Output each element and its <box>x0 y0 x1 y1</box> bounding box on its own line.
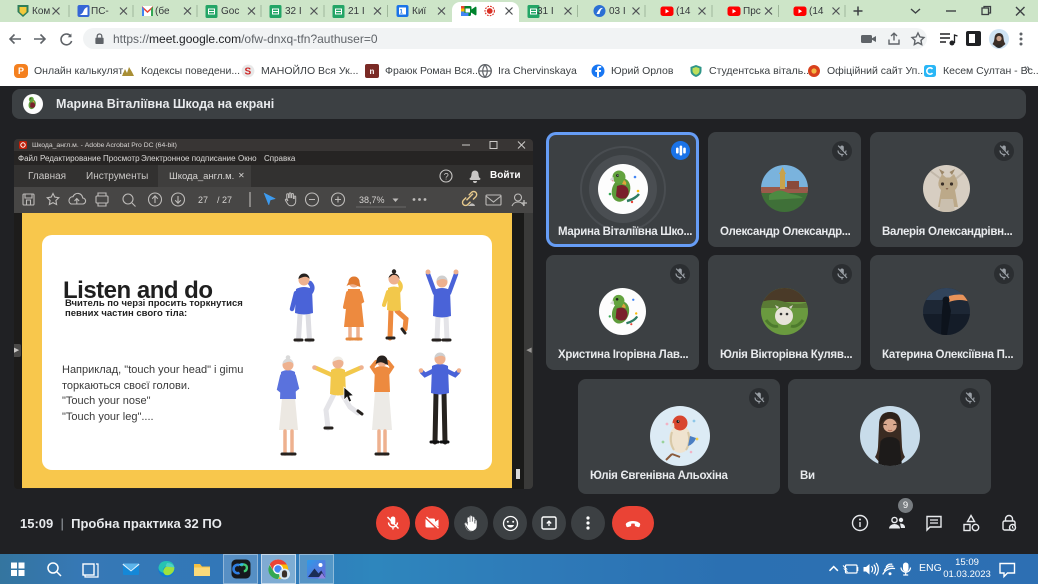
svg-text:/ 27: / 27 <box>217 195 232 205</box>
svg-text:S: S <box>245 67 252 78</box>
svg-text:38,7%: 38,7% <box>359 195 385 205</box>
svg-text:?: ? <box>444 172 449 182</box>
svg-text:27: 27 <box>198 195 208 205</box>
